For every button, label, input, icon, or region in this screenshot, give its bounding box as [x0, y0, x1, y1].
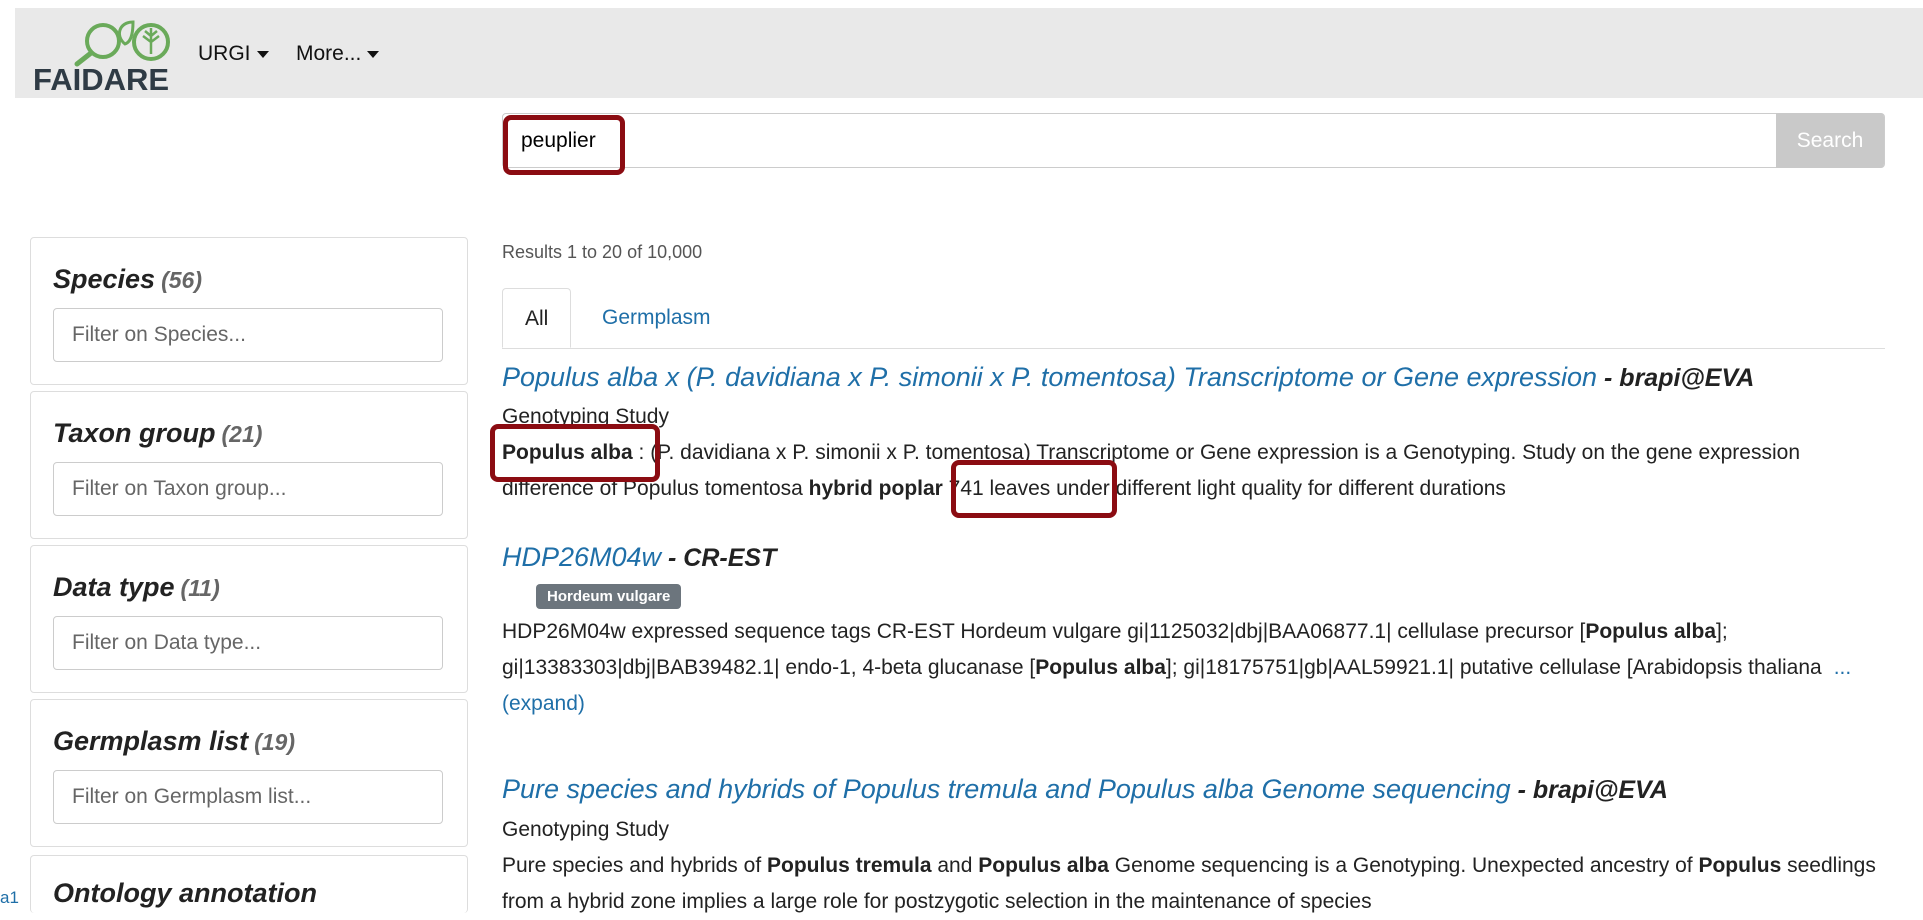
result-source: - brapi@EVA	[1510, 776, 1668, 804]
facet-count: (19)	[254, 729, 295, 755]
result-description: Pure species and hybrids of Populus trem…	[502, 854, 1876, 913]
result-tabs: All Germplasm	[502, 288, 1885, 349]
result-title-link[interactable]: Pure species and hybrids of Populus trem…	[502, 774, 1668, 805]
facet-count: (56)	[161, 267, 202, 293]
species-filter-input[interactable]	[53, 308, 443, 362]
result-description: Populus alba : (P. davidiana x P. simoni…	[502, 441, 1801, 500]
logo-leaf-magnifier-icon	[74, 20, 170, 67]
results-count: Results 1 to 20 of 10,000	[502, 242, 703, 262]
facet-title: Ontology annotation	[53, 878, 317, 908]
facet-ontology-annotation: Ontology annotation	[30, 855, 468, 913]
taxon-group-filter-input[interactable]	[53, 462, 443, 516]
caret-down-icon	[256, 50, 269, 58]
facet-species: Species (56)	[30, 237, 468, 385]
tab-all[interactable]: All	[502, 288, 572, 348]
facet-data-type: Data type (11)	[30, 545, 468, 693]
faidare-logo[interactable]: FAIDARE	[33, 12, 173, 97]
top-navbar: FAIDARE URGI More...	[15, 8, 1923, 98]
more-menu-dropdown[interactable]: More...	[296, 42, 380, 66]
species-badge: Hordeum vulgare	[536, 584, 682, 609]
facet-title: Germplasm list (19)	[53, 726, 295, 756]
result-type: Genotyping Study	[502, 818, 669, 841]
germplasm-list-filter-input[interactable]	[53, 770, 443, 824]
facet-germplasm-list: Germplasm list (19)	[30, 699, 468, 847]
urgi-menu-dropdown[interactable]: URGI	[198, 42, 269, 66]
result-type: Genotyping Study	[502, 405, 669, 428]
caret-down-icon	[367, 50, 380, 58]
tab-germplasm[interactable]: Germplasm	[580, 288, 733, 348]
result-source: - brapi@EVA	[1597, 364, 1755, 392]
side-fragment-link[interactable]: a1	[0, 888, 19, 908]
search-input[interactable]	[503, 114, 1778, 167]
facet-title: Species (56)	[53, 264, 202, 294]
facet-title: Data type (11)	[53, 572, 220, 602]
search-bar: Search	[502, 113, 1885, 168]
facet-taxon-group: Taxon group (21)	[30, 391, 468, 539]
logo-text: FAIDARE	[33, 62, 170, 97]
result-description: HDP26M04w expressed sequence tags CR-EST…	[502, 620, 1852, 715]
facet-title: Taxon group (21)	[53, 418, 263, 448]
urgi-menu-label: URGI	[198, 42, 251, 65]
result-title-link[interactable]: Populus alba x (P. davidiana x P. simoni…	[502, 362, 1754, 393]
more-menu-label: More...	[296, 42, 362, 65]
facet-count: (11)	[180, 575, 220, 601]
facet-count: (21)	[221, 421, 263, 447]
search-button[interactable]: Search	[1776, 113, 1884, 168]
result-title-link[interactable]: HDP26M04w - CR-EST	[502, 542, 776, 573]
data-type-filter-input[interactable]	[53, 616, 443, 670]
result-source: - CR-EST	[661, 544, 777, 572]
